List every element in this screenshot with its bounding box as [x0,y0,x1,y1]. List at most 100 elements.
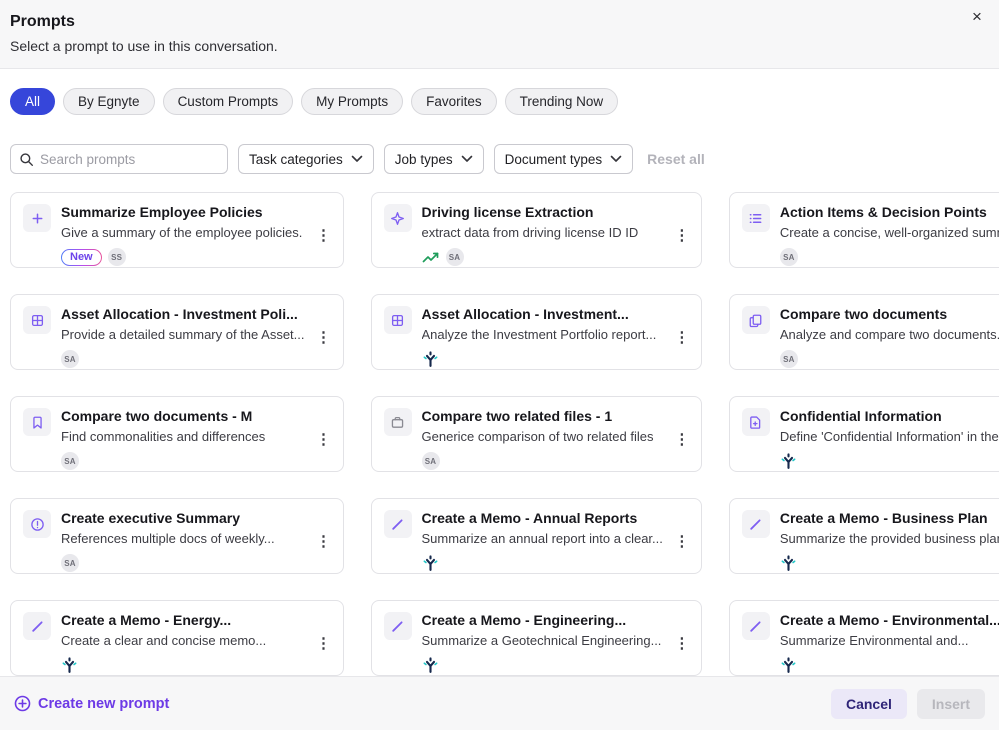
tab-all[interactable]: All [10,88,55,115]
prompt-badges: SA [61,554,305,572]
prompt-card[interactable]: Compare two related files - 1 Generice c… [371,396,702,472]
prompt-card[interactable]: Asset Allocation - Investment Poli... Pr… [10,294,344,370]
prompt-card[interactable]: Create a Memo - Environmental... Summari… [729,600,999,676]
tab-trending-now[interactable]: Trending Now [505,88,619,115]
prompt-title: Driving license Extraction [422,204,663,221]
trending-up-icon [422,251,440,264]
prompt-description: Provide a detailed summary of the Asset.… [61,327,305,343]
tab-custom-prompts[interactable]: Custom Prompts [163,88,294,115]
prompt-badges: SA [780,350,999,368]
prompt-description: Generice comparison of two related files [422,429,663,445]
tab-my-prompts[interactable]: My Prompts [301,88,403,115]
pencil-icon [384,612,412,640]
dropdown-label: Document types [505,152,603,167]
pencil-icon [742,510,770,538]
egnyte-logo [422,657,439,674]
prompt-description: Summarize Environmental and... [780,633,999,649]
prompt-badges [780,656,999,674]
prompt-description: Give a summary of the employee policies. [61,225,305,241]
prompt-description: extract data from driving license ID ID [422,225,663,241]
prompt-card[interactable]: Confidential Information Define 'Confide… [729,396,999,472]
prompt-card[interactable]: Create a Memo - Business Plan Summarize … [729,498,999,574]
prompt-card[interactable]: Create a Memo - Engineering... Summarize… [371,600,702,676]
egnyte-logo [422,351,439,368]
kebab-menu-icon[interactable]: ⋮ [673,511,691,573]
prompt-card[interactable]: Compare two documents Analyze and compar… [729,294,999,370]
kebab-menu-icon[interactable]: ⋮ [315,613,333,675]
user-avatar: SA [61,452,79,470]
kebab-menu-icon[interactable]: ⋮ [673,613,691,675]
dialog-header: Prompts Select a prompt to use in this c… [0,0,999,69]
search-input[interactable] [40,152,219,167]
prompt-card[interactable]: Summarize Employee Policies Give a summa… [10,192,344,268]
prompt-title: Create a Memo - Annual Reports [422,510,663,527]
copy-icon [742,306,770,334]
prompt-description: References multiple docs of weekly... [61,531,305,547]
prompt-card[interactable]: Action Items & Decision Points Create a … [729,192,999,268]
new-badge-label: New [62,250,101,265]
page-title: Prompts [10,12,959,32]
dropdown-document-types[interactable]: Document types [494,144,634,174]
filter-tabs: All By Egnyte Custom Prompts My Prompts Favo… [0,69,999,129]
prompt-description: Analyze the Investment Portfolio report.… [422,327,663,343]
plus-circle-icon [14,695,31,712]
prompt-title: Summarize Employee Policies [61,204,305,221]
prompt-card[interactable]: Create a Memo - Energy... Create a clear… [10,600,344,676]
dropdown-job-types[interactable]: Job types [384,144,484,174]
prompts-dialog: Prompts Select a prompt to use in this c… [0,0,999,730]
table-icon [23,306,51,334]
archive-icon [384,408,412,436]
filter-dropdowns: Task categories Job types Document types [238,144,633,174]
prompt-description: Summarize a Geotechnical Engineering... [422,633,663,649]
prompt-card[interactable]: Compare two documents - M Find commonali… [10,396,344,472]
user-avatar: SA [446,248,464,266]
kebab-menu-icon[interactable]: ⋮ [673,307,691,369]
page-subtitle: Select a prompt to use in this conversat… [10,37,959,55]
prompt-badges: NewSS [61,248,305,266]
info-icon [23,510,51,538]
user-avatar: SA [61,554,79,572]
egnyte-logo [780,657,797,674]
cancel-button[interactable]: Cancel [831,689,907,719]
close-icon[interactable]: × [965,5,989,29]
prompt-card[interactable]: Driving license Extraction extract data … [371,192,702,268]
prompt-title: Confidential Information [780,408,999,425]
kebab-menu-icon[interactable]: ⋮ [315,205,333,267]
prompt-description: Analyze and compare two documents... [780,327,999,343]
insert-button[interactable]: Insert [917,689,985,719]
prompt-description: Summarize the provided business plan int… [780,531,999,547]
prompt-description: Create a concise, well-organized summar.… [780,225,999,241]
bookmark-icon [23,408,51,436]
tab-favorites[interactable]: Favorites [411,88,497,115]
prompt-description: Summarize an annual report into a clear.… [422,531,663,547]
kebab-menu-icon[interactable]: ⋮ [315,409,333,471]
prompt-badges [422,350,663,368]
prompt-card[interactable]: Create a Memo - Annual Reports Summarize… [371,498,702,574]
prompt-card[interactable]: Asset Allocation - Investment... Analyze… [371,294,702,370]
dialog-footer: Create new prompt Cancel Insert [0,676,999,730]
prompt-title: Create executive Summary [61,510,305,527]
new-badge: New [61,249,102,266]
prompt-description: Create a clear and concise memo... [61,633,305,649]
create-new-prompt-button[interactable]: Create new prompt [14,695,169,712]
tab-by-egnyte[interactable]: By Egnyte [63,88,155,115]
reset-all-button[interactable]: Reset all [647,151,705,167]
prompt-badges [780,554,999,572]
pencil-icon [23,612,51,640]
user-avatar: SA [61,350,79,368]
prompt-badges: SA [422,452,663,470]
prompt-badges [780,452,999,470]
dropdown-task-categories[interactable]: Task categories [238,144,374,174]
kebab-menu-icon[interactable]: ⋮ [673,205,691,267]
filter-bar: Task categories Job types Document types R… [10,144,989,174]
search-box[interactable] [10,144,228,174]
kebab-menu-icon[interactable]: ⋮ [315,511,333,573]
kebab-menu-icon[interactable]: ⋮ [315,307,333,369]
egnyte-logo [422,555,439,572]
kebab-menu-icon[interactable]: ⋮ [673,409,691,471]
dropdown-label: Task categories [249,152,343,167]
prompt-title: Asset Allocation - Investment Poli... [61,306,305,323]
prompt-badges: SA [61,350,305,368]
prompt-card[interactable]: Create executive Summary References mult… [10,498,344,574]
chevron-down-icon [610,155,622,163]
